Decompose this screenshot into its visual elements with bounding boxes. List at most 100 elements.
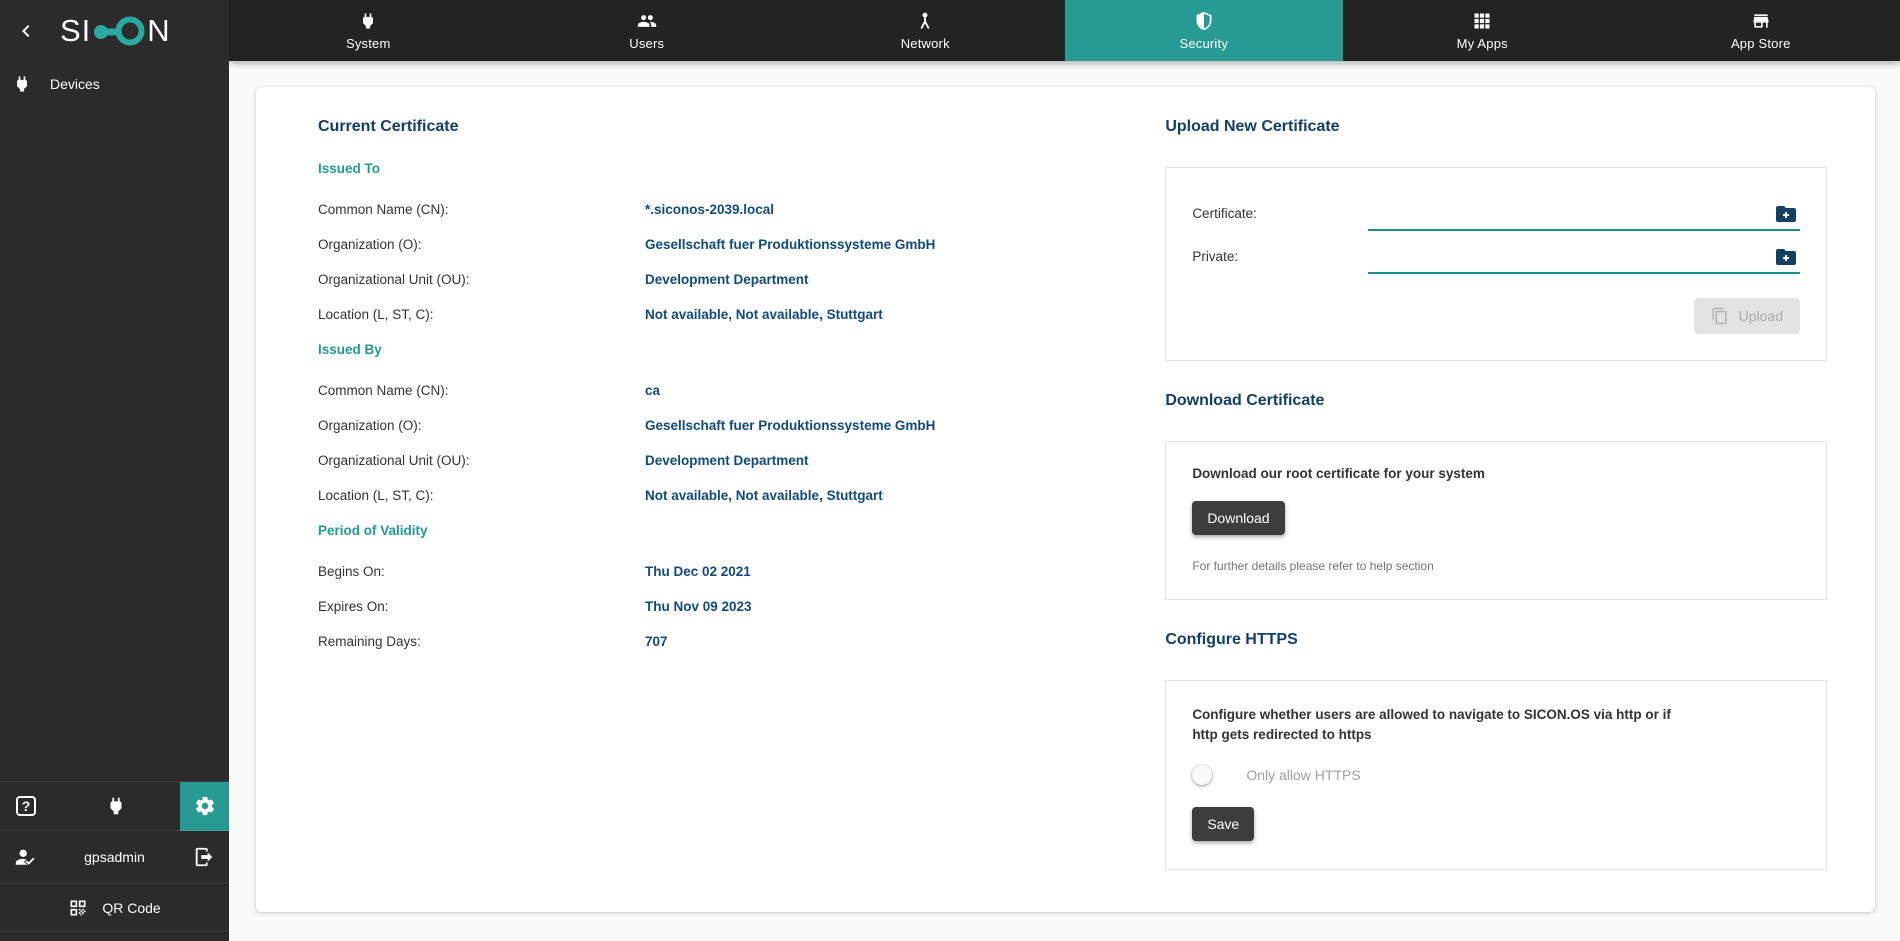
store-icon [1753, 13, 1769, 28]
validity-group: Period of Validity Begins On: Thu Dec 02… [318, 523, 1165, 649]
grid-icon [1474, 13, 1490, 28]
cert-label: Begins On: [318, 564, 385, 579]
username-label: gpsadmin [84, 849, 145, 865]
tab-label: Security [1179, 35, 1229, 51]
sicon-logo: SI N [60, 15, 171, 47]
private-field-label: Private: [1192, 249, 1239, 264]
download-button[interactable]: Download [1192, 501, 1285, 535]
cert-label: Location (L, ST, C): [318, 307, 434, 322]
cert-label: Common Name (CN): [318, 383, 449, 398]
section-title: Configure HTTPS [1165, 631, 1298, 648]
help-button[interactable]: ? [0, 796, 52, 816]
folder-plus-icon[interactable] [1774, 245, 1798, 269]
cert-row: Organization (O): Gesellschaft fuer Prod… [318, 418, 1165, 433]
user-row: gpsadmin [0, 830, 229, 883]
settings-button-active[interactable] [180, 781, 229, 831]
https-toggle-label: Only allow HTTPS [1246, 767, 1361, 783]
cert-row: Begins On: Thu Dec 02 2021 [318, 564, 1165, 579]
cert-label: Location (L, ST, C): [318, 488, 434, 503]
sidebar-item-label: Devices [50, 76, 100, 92]
cert-value: Thu Nov 09 2023 [645, 599, 752, 614]
main-content: Current Certificate Issued To Common Nam… [229, 61, 1900, 941]
cert-value: Development Department [645, 272, 809, 287]
tab-app-store[interactable]: App Store [1622, 0, 1900, 61]
logo-text-right: N [147, 13, 171, 48]
upload-panel: Certificate: Private: Upload [1165, 167, 1827, 361]
issued-by-group: Issued By Common Name (CN): ca Organizat… [318, 342, 1165, 503]
tab-network[interactable]: Network [786, 0, 1065, 61]
tab-label: My Apps [1456, 35, 1508, 51]
logout-icon[interactable] [193, 846, 215, 868]
sidebar: SI N Devices ? gpsadmin QR Code [0, 0, 229, 941]
folder-plus-icon[interactable] [1774, 202, 1798, 226]
shield-icon [1196, 11, 1212, 30]
download-panel: Download our root certificate for your s… [1165, 441, 1827, 600]
network-icon [920, 12, 930, 29]
cert-row: Location (L, ST, C): Not available, Not … [318, 488, 1165, 503]
plug-icon [110, 797, 122, 815]
https-toggle-row: Only allow HTTPS [1192, 765, 1800, 785]
cert-row: Organization (O): Gesellschaft fuer Prod… [318, 237, 1165, 252]
download-description: Download our root certificate for your s… [1192, 466, 1485, 481]
tab-system[interactable]: System [229, 0, 508, 61]
devices-shortcut-button[interactable] [52, 795, 180, 817]
current-certificate-section: Current Certificate Issued To Common Nam… [318, 117, 1165, 912]
cert-label: Organizational Unit (OU): [318, 453, 470, 468]
cert-label: Organization (O): [318, 237, 422, 252]
save-button[interactable]: Save [1192, 807, 1255, 841]
private-file-input[interactable] [1368, 245, 1800, 274]
sidebar-header: SI N [0, 0, 229, 61]
tab-label: Network [900, 35, 950, 51]
file-copy-icon [1712, 307, 1727, 325]
logo-molecule-icon [94, 16, 145, 45]
top-navigation: System Users Network Security My Apps Ap… [229, 0, 1900, 61]
cert-row: Organizational Unit (OU): Development De… [318, 272, 1165, 287]
tab-label: System [345, 35, 391, 51]
cert-value: Not available, Not available, Stuttgart [645, 307, 883, 322]
https-description: Configure whether users are allowed to n… [1192, 707, 1671, 742]
subsection-title: Issued By [318, 342, 382, 357]
right-column: Upload New Certificate Certificate: Priv… [1165, 117, 1827, 912]
sidebar-item-devices[interactable]: Devices [0, 61, 229, 107]
cert-row: Organizational Unit (OU): Development De… [318, 453, 1165, 468]
sidebar-footer [0, 932, 229, 941]
security-card: Current Certificate Issued To Common Nam… [256, 87, 1875, 912]
cert-value: Development Department [645, 453, 809, 468]
cert-row: Common Name (CN): *.siconos-2039.local [318, 202, 1165, 217]
download-help-text: For further details please refer to help… [1192, 559, 1434, 573]
section-title: Current Certificate [318, 118, 459, 135]
tab-security-active[interactable]: Security [1064, 0, 1343, 61]
private-field-row: Private: [1192, 245, 1800, 274]
configure-https-panel: Configure whether users are allowed to n… [1165, 680, 1827, 870]
only-https-toggle[interactable] [1192, 765, 1230, 785]
certificate-file-input[interactable] [1368, 202, 1800, 231]
cert-row: Expires On: Thu Nov 09 2023 [318, 599, 1165, 614]
tab-users[interactable]: Users [508, 0, 787, 61]
app-root: SI N Devices ? gpsadmin QR Code System U… [0, 0, 1900, 941]
qr-code-icon [70, 900, 86, 915]
section-title: Upload New Certificate [1165, 118, 1340, 135]
upload-button-row: Upload [1192, 298, 1800, 334]
section-title: Download Certificate [1165, 392, 1325, 409]
subsection-title: Issued To [318, 161, 381, 176]
back-chevron-icon[interactable] [14, 19, 38, 43]
cert-value: ca [645, 383, 661, 398]
certificate-field-row: Certificate: [1192, 202, 1800, 231]
sidebar-icons-row: ? [0, 781, 229, 831]
toggle-thumb[interactable] [1192, 765, 1213, 785]
tab-my-apps[interactable]: My Apps [1343, 0, 1622, 61]
certificate-field-label: Certificate: [1192, 206, 1257, 221]
cert-label: Remaining Days: [318, 634, 421, 649]
upload-button[interactable]: Upload [1693, 298, 1800, 334]
cert-value: Gesellschaft fuer Produktionssysteme Gmb… [645, 237, 936, 252]
user-check-icon [15, 849, 35, 865]
logo-text-left: SI [60, 13, 92, 48]
cert-value: Not available, Not available, Stuttgart [645, 488, 883, 503]
qr-code-button[interactable]: QR Code [0, 883, 229, 932]
cert-label: Expires On: [318, 599, 389, 614]
cert-value: Thu Dec 02 2021 [645, 564, 751, 579]
plug-icon [363, 13, 374, 28]
users-icon [637, 14, 656, 27]
subsection-title: Period of Validity [318, 523, 428, 538]
